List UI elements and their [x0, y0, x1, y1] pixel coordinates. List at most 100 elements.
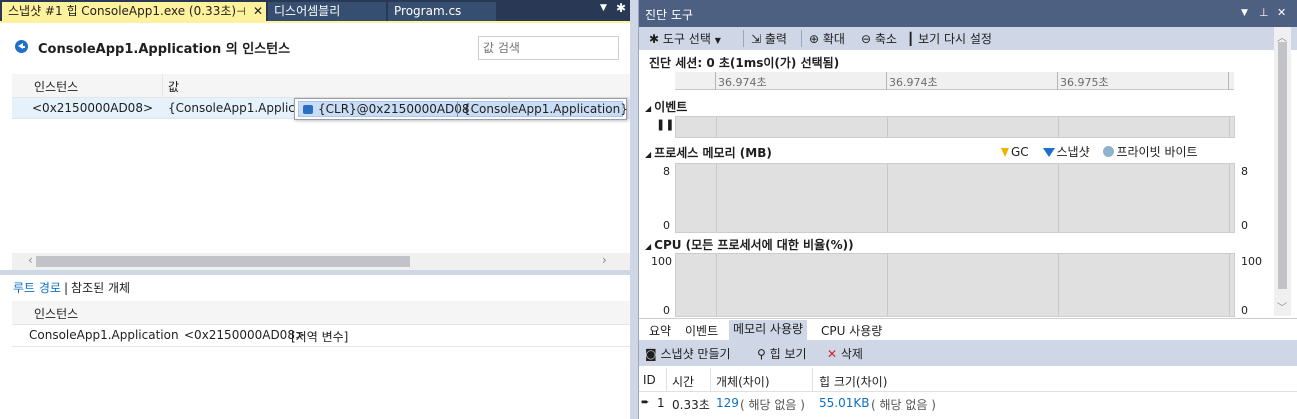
output-label: 출력	[764, 32, 787, 46]
tab-heap-snapshot[interactable]: 스냅샷 #1 힙 ConsoleApp1.exe (0.33초) ⊣ ✕	[2, 2, 266, 21]
column-header-heap-size[interactable]: 힙 크기(차이)	[819, 373, 887, 390]
ruler-tick	[1057, 72, 1058, 90]
scrollbar-thumb[interactable]	[36, 256, 410, 267]
gridline	[1058, 164, 1059, 232]
close-icon[interactable]: ✕	[251, 2, 265, 21]
pin-icon[interactable]: ⊥	[1259, 6, 1269, 19]
tool-window-title-bar: 진단 도구 ▼ ⊥ ✕	[639, 0, 1297, 27]
memory-chart[interactable]	[675, 163, 1235, 233]
select-tools-button[interactable]: ✱ 도구 선택 ▼	[649, 30, 721, 47]
table-row[interactable]: ConsoleApp1.Application <0x2150000AD08> …	[12, 325, 630, 347]
reset-view-button[interactable]: ┃ 보기 다시 설정	[907, 30, 992, 47]
zoom-in-button[interactable]: ⊕ 확대	[809, 30, 845, 47]
column-header-instance[interactable]: 인스턴스	[34, 305, 78, 322]
gridline	[1058, 117, 1059, 137]
zoom-out-icon: ⊖	[861, 32, 872, 46]
gridline	[716, 164, 717, 232]
tab-events[interactable]: 이벤트	[681, 322, 722, 339]
tab-referenced-objects[interactable]: 참조된 개체	[71, 281, 130, 295]
zoom-in-label: 확대	[822, 32, 845, 46]
horizontal-scrollbar[interactable]: ‹ ›	[12, 253, 630, 270]
tab-root-paths[interactable]: 루트 경로	[13, 281, 61, 295]
column-header-id[interactable]: ID	[643, 373, 656, 387]
column-header-instance[interactable]: 인스턴스	[34, 78, 78, 95]
zoom-out-button[interactable]: ⊖ 축소	[861, 30, 897, 47]
memory-axis-min-left: 0	[663, 219, 670, 232]
objects-link[interactable]: 129	[716, 396, 739, 410]
snapshot-marker-icon	[1042, 148, 1055, 157]
splitter[interactable]	[0, 270, 630, 275]
document-tab-strip: 스냅샷 #1 힙 ConsoleApp1.exe (0.33초) ⊣ ✕ 디스어…	[0, 0, 630, 21]
memory-toolbar: ◙ 스냅샷 만들기 ⚲ 힙 보기 ✕ 삭제	[639, 340, 1297, 366]
tab-memory-usage[interactable]: 메모리 사용량	[729, 320, 808, 340]
memory-axis-min-right: 0	[1241, 219, 1248, 232]
tab-dropdown-icon[interactable]: ▼	[600, 3, 607, 13]
datatip-value: {ConsoleApp1.Application}	[463, 102, 628, 116]
cpu-axis-max-right: 100	[1241, 255, 1262, 268]
legend-gc: GC	[1011, 145, 1029, 159]
close-icon[interactable]: ✕	[1277, 6, 1286, 19]
heap-diff-cell: ( 해당 없음 )	[871, 398, 936, 412]
path-type-cell: ConsoleApp1.Application	[29, 328, 179, 342]
column-divider[interactable]	[162, 74, 163, 98]
datatip-row[interactable]: {CLR}@0x2150000AD08 {ConsoleApp1.Applica…	[298, 101, 628, 117]
legend-snapshot: 스냅샷	[1056, 145, 1090, 159]
output-button[interactable]: ⇲ 출력	[751, 30, 787, 47]
memory-label: 프로세스 메모리 (MB)	[654, 146, 772, 160]
diagnostics-tab-strip: 요약 이벤트 메모리 사용량 CPU 사용량	[639, 318, 1297, 340]
scrollbar-thumb[interactable]	[1278, 42, 1287, 289]
tab-cpu-usage[interactable]: CPU 사용량	[817, 322, 886, 339]
ruler-tick	[886, 72, 887, 90]
heap-size-link[interactable]: 55.01KB	[819, 396, 869, 410]
gridline	[1058, 254, 1059, 316]
column-header-objects[interactable]: 개체(차이)	[716, 373, 770, 390]
delete-x-icon: ✕	[827, 347, 838, 361]
column-divider[interactable]	[666, 368, 667, 392]
scroll-down-icon[interactable]: ﹀	[1277, 299, 1287, 314]
take-snapshot-button[interactable]: ◙ 스냅샷 만들기	[645, 345, 731, 362]
cpu-chart[interactable]	[675, 253, 1235, 317]
chevron-down-icon: ▼	[714, 36, 721, 45]
private-bytes-dot-icon	[1103, 146, 1115, 157]
ruler-label: 36.975초	[1060, 76, 1109, 89]
pause-icon[interactable]: ❚❚	[656, 118, 674, 131]
cpu-axis-min-right: 0	[1241, 304, 1248, 317]
back-arrow-icon[interactable]	[15, 40, 28, 53]
scroll-right-icon[interactable]: ›	[602, 253, 607, 267]
view-heap-label: 힙 보기	[769, 347, 807, 361]
diagnostics-toolbar: ✱ 도구 선택 ▼ ⇲ 출력 ⊕ 확대 ⊖ 축소 ┃ 보기 다시 설정	[639, 27, 1297, 50]
tab-disassembly[interactable]: 디스어셈블리	[268, 2, 386, 21]
ruler-tick	[1228, 72, 1229, 90]
column-header-time[interactable]: 시간	[672, 373, 694, 390]
column-header-value[interactable]: 값	[168, 78, 179, 95]
window-dropdown-icon[interactable]: ▼	[1241, 8, 1248, 18]
memory-section-header[interactable]: ◢ 프로세스 메모리 (MB)	[645, 144, 772, 161]
paths-grid-header: 인스턴스	[12, 301, 630, 325]
column-divider[interactable]	[812, 368, 813, 392]
column-divider[interactable]	[710, 368, 711, 392]
events-section-header[interactable]: ◢ 이벤트	[645, 98, 687, 115]
current-row-arrow-icon: ➨	[641, 397, 650, 408]
ruler-label: 36.974초	[718, 76, 767, 89]
cpu-section-header[interactable]: ◢ CPU (모든 프로세서에 대한 비율(%))	[645, 236, 854, 253]
table-row[interactable]: ➨ 1 0.33초 129 ( 해당 없음 ) 55.01KB ( 해당 없음 …	[639, 392, 1297, 414]
pin-icon[interactable]: ⊣	[234, 2, 248, 21]
timeline-ruler[interactable]: 36.974초 36.974초 36.975초	[675, 72, 1234, 90]
search-input[interactable]	[478, 36, 619, 60]
legend-private-bytes: 프라이빗 바이트	[1116, 145, 1198, 159]
gc-marker-icon	[1001, 148, 1009, 157]
events-label: 이벤트	[654, 100, 688, 114]
tab-summary[interactable]: 요약	[645, 322, 675, 339]
delete-button[interactable]: ✕ 삭제	[827, 345, 863, 362]
scroll-left-icon[interactable]: ‹	[28, 253, 33, 267]
gridline	[887, 254, 888, 316]
vertical-scrollbar[interactable]: ︿ ﹀	[1274, 27, 1291, 316]
memory-legend: GC 스냅샷 프라이빗 바이트	[1001, 143, 1198, 160]
view-heap-button[interactable]: ⚲ 힙 보기	[757, 345, 807, 362]
gear-icon[interactable]: ✱	[616, 1, 626, 15]
gridline	[887, 164, 888, 232]
datatip-divider	[457, 102, 458, 117]
tool-window-title: 진단 도구	[645, 8, 693, 22]
events-track[interactable]	[675, 116, 1235, 138]
tab-program-cs[interactable]: Program.cs	[388, 2, 496, 21]
